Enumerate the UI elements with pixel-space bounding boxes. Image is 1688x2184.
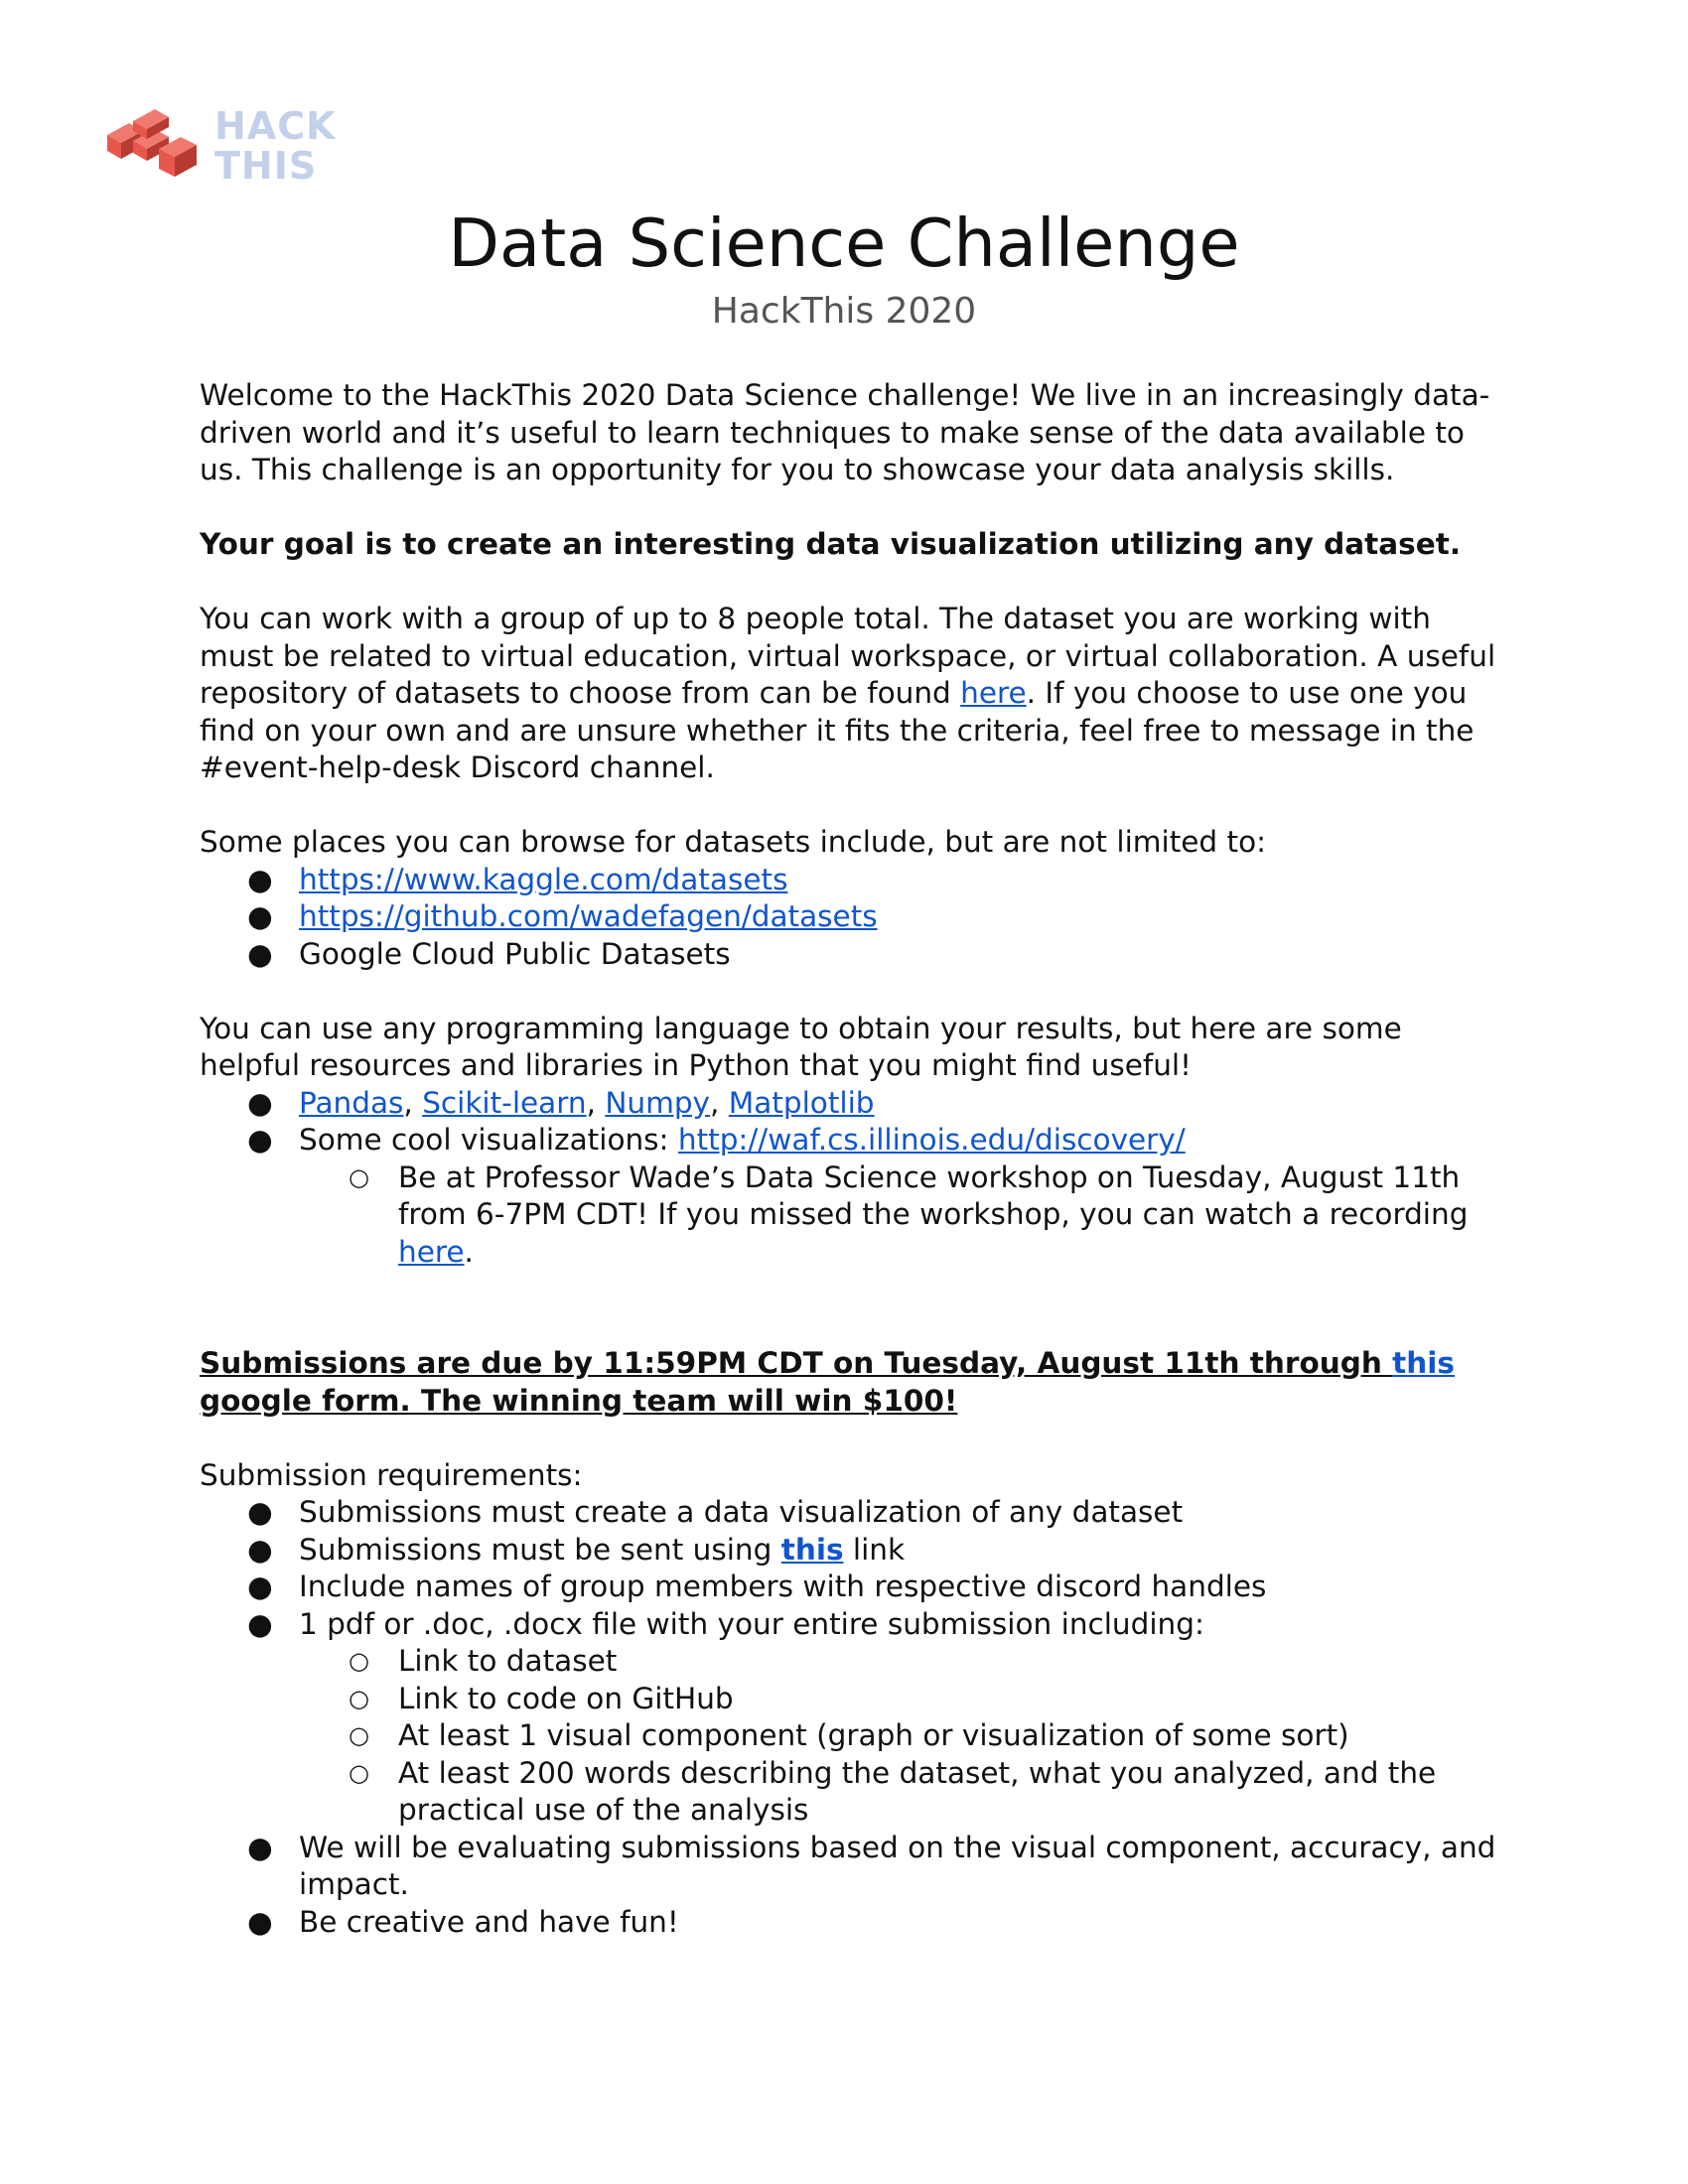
document-body: Welcome to the HackThis 2020 Data Scienc… [200,377,1510,1941]
requirements-intro: Submission requirements: [200,1457,583,1492]
google-form-link[interactable]: this [1392,1346,1455,1380]
list-item: ● Google Cloud Public Datasets [200,936,1510,974]
due-text-before: Submissions are due by 11:59PM CDT on Tu… [200,1346,1393,1380]
logo-line-2: THIS [214,144,318,188]
group-paragraph: You can work with a group of up to 8 peo… [200,601,1510,787]
resources-intro: You can use any programming language to … [200,1011,1402,1083]
list-item: ● Include names of group members with re… [200,1569,1510,1606]
intro-paragraph: Welcome to the HackThis 2020 Data Scienc… [200,378,1490,486]
github-datasets-link[interactable]: https://github.com/wadefagen/datasets [299,899,878,933]
bullet-icon: ● [247,1532,273,1567]
dataset-repository-link[interactable]: here [960,676,1026,710]
list-item: ○ Be at Professor Wade’s Data Science wo… [299,1160,1510,1272]
kaggle-datasets-link[interactable]: https://www.kaggle.com/datasets [299,863,787,896]
submission-contents-sublist: ○ Link to dataset ○ Link to code on GitH… [299,1643,1510,1830]
sub-requirement-text: At least 1 visual component (graph or vi… [398,1718,1349,1752]
list-item: ○ Link to code on GitHub [299,1681,1510,1718]
scikit-learn-link[interactable]: Scikit-learn [422,1086,586,1120]
bullet-icon: ● [247,936,273,971]
bullet-icon: ● [247,1570,273,1603]
hollow-bullet-icon: ○ [349,1758,369,1787]
bullet-icon: ● [247,1830,273,1864]
list-item: ● https://github.com/wadefagen/datasets [200,898,1510,936]
hollow-bullet-icon: ○ [349,1721,369,1749]
requirements-list: ● Submissions must create a data visuali… [200,1494,1510,1941]
sub-requirement-text: At least 200 words describing the datase… [398,1755,1437,1828]
submission-form-link[interactable]: this [781,1533,844,1567]
list-item: ● https://www.kaggle.com/datasets [200,862,1510,899]
hollow-bullet-icon: ○ [349,1162,369,1191]
pandas-link[interactable]: Pandas [299,1086,403,1120]
bullet-icon: ● [247,1495,273,1529]
requirement-text: Be creative and have fun! [299,1904,679,1939]
list-item: ○ At least 200 words describing the data… [299,1755,1510,1830]
sub-requirement-text: Link to dataset [398,1644,618,1678]
hollow-bullet-icon: ○ [349,1684,369,1712]
page-subtitle: HackThis 2020 [711,291,977,332]
hollow-bullet-icon: ○ [349,1647,369,1675]
logo-wordmark: HACK THIS [214,106,337,186]
requirement-text: We will be evaluating submissions based … [299,1830,1496,1902]
workshop-recording-link[interactable]: here [398,1235,464,1269]
list-item: ● 1 pdf or .doc, .docx file with your en… [200,1606,1510,1830]
list-item: ● We will be evaluating submissions base… [200,1830,1510,1904]
requirement-text: Include names of group members with resp… [299,1570,1267,1603]
hackthis-logo: HACK THIS [103,105,337,187]
hackthis-logo-icon [107,109,197,177]
requirement-text: Submissions must be sent using [299,1532,781,1567]
bullet-icon: ● [247,1606,273,1641]
sub-requirement-text: Link to code on GitHub [398,1681,734,1715]
list-item: ● Submissions must be sent using this li… [200,1532,1510,1570]
visualizations-label: Some cool visualizations: [299,1123,678,1157]
list-item: ○ At least 1 visual component (graph or … [299,1717,1510,1755]
bullet-icon: ● [247,1904,273,1939]
bullet-icon: ● [247,899,273,933]
list-item: ○ Link to dataset [299,1643,1510,1681]
google-cloud-datasets-text: Google Cloud Public Datasets [299,936,731,971]
due-date-statement: Submissions are due by 11:59PM CDT on Tu… [200,1345,1510,1420]
resources-list: ● Pandas, Scikit-learn, Numpy, Matplotli… [200,1085,1510,1272]
list-item: ● Submissions must create a data visuali… [200,1494,1510,1532]
list-item: ● Pandas, Scikit-learn, Numpy, Matplotli… [200,1085,1510,1123]
list-item: ● Be creative and have fun! [200,1904,1510,1942]
due-text-after: google form. The winning team will win $… [200,1383,958,1418]
workshop-sublist: ○ Be at Professor Wade’s Data Science wo… [299,1160,1510,1272]
bullet-icon: ● [247,862,273,896]
requirement-text: 1 pdf or .doc, .docx file with your enti… [299,1606,1204,1641]
list-item: ● Some cool visualizations: http://waf.c… [200,1122,1510,1271]
workshop-text-end: . [464,1234,474,1269]
page-title: Data Science Challenge [448,205,1240,282]
discovery-link[interactable]: http://waf.cs.illinois.edu/discovery/ [678,1123,1186,1157]
bullet-icon: ● [247,1085,273,1120]
goal-statement: Your goal is to create an interesting da… [200,527,1462,561]
dataset-sources-list: ● https://www.kaggle.com/datasets ● http… [200,862,1510,974]
workshop-text: Be at Professor Wade’s Data Science work… [398,1160,1469,1232]
logo-line-1: HACK [214,104,337,148]
browse-intro: Some places you can browse for datasets … [200,825,1267,859]
bullet-icon: ● [247,1123,273,1157]
requirement-text-end: link [843,1532,906,1567]
numpy-link[interactable]: Numpy [605,1086,710,1120]
matplotlib-link[interactable]: Matplotlib [729,1086,875,1120]
requirement-text: Submissions must create a data visualiza… [299,1495,1184,1529]
